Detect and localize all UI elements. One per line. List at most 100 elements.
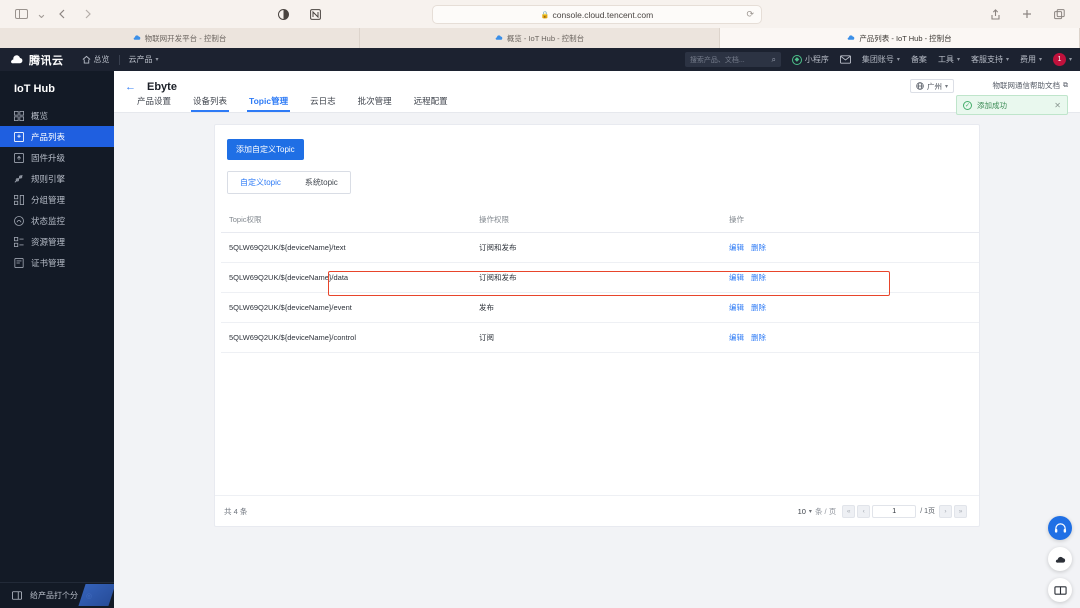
sidebar-item-resource-manage[interactable]: 资源管理 [0, 231, 114, 252]
tab-label: 批次管理 [357, 96, 392, 106]
tab-topic-manage[interactable]: Topic管理 [238, 90, 299, 112]
external-link-icon: ⧉ [1063, 81, 1068, 89]
segment-custom-topic[interactable]: 自定义topic [227, 172, 294, 193]
delete-link[interactable]: 删除 [751, 243, 766, 252]
cell-topic: 5QLW69Q2UK/${deviceName}/data [221, 262, 479, 293]
edit-link[interactable]: 编辑 [729, 303, 744, 312]
browser-tab-title: 物联网开发平台 - 控制台 [144, 33, 227, 43]
chevron-down-icon: ▾ [944, 83, 948, 90]
table-row[interactable]: 5QLW69Q2UK/${deviceName}/control 订阅 编辑 删除 [221, 322, 979, 353]
reload-icon[interactable]: ⟳ [746, 9, 754, 20]
rule-engine-icon [14, 174, 23, 183]
first-page-icon[interactable]: « [842, 504, 856, 518]
sidebar-footer: 给产品打个分 ◎ [0, 582, 116, 608]
edit-link[interactable]: 编辑 [729, 243, 744, 252]
topnav-products[interactable]: 云产品 ▾ [129, 54, 159, 65]
headset-support-icon[interactable] [1048, 516, 1072, 540]
tab-cloud-log[interactable]: 云日志 [299, 90, 347, 112]
page-number-input[interactable]: 1 [872, 504, 917, 518]
last-page-icon[interactable]: » [954, 504, 967, 518]
topnav-item-label: 小程序 [804, 55, 829, 64]
topnav-item-group-account[interactable]: 集团账号 ▾ [862, 54, 900, 65]
tencent-cloud-favicon [133, 35, 140, 40]
browser-tab-title: 产品列表 - IoT Hub - 控制台 [859, 33, 952, 43]
browser-tab-1[interactable]: 概览 - IoT Hub - 控制台 [360, 28, 720, 48]
book-docs-icon[interactable] [1048, 578, 1072, 602]
tab-label: 设备列表 [193, 96, 228, 106]
tab-batch-manage[interactable]: 批次管理 [347, 90, 403, 112]
delete-link[interactable]: 删除 [751, 273, 766, 282]
browser-nav-controls: ⌄ [0, 5, 99, 23]
new-tab-icon[interactable] [1016, 5, 1038, 23]
cell-actions: 编辑 删除 [729, 262, 979, 293]
sidebar-item-rule-engine[interactable]: 规则引擎 [0, 168, 114, 189]
product-list-icon [14, 131, 24, 142]
collapse-icon[interactable] [12, 591, 22, 600]
column-header-topic: Topic权限 [221, 207, 479, 233]
share-icon[interactable] [984, 5, 1006, 23]
search-input[interactable]: 搜索产品、文档... ⌕ [684, 52, 781, 67]
reader-mode-icon[interactable] [272, 5, 294, 23]
topnav-right-group: 搜索产品、文档... ⌕ ◆ 小程序 集团账号 ▾ 备案 工具 ▾ 客服支持 ▾… [684, 52, 1072, 67]
tab-device-list[interactable]: 设备列表 [182, 90, 238, 112]
cloud-icon[interactable] [1048, 547, 1072, 571]
sidebar-toggle-icon[interactable] [10, 5, 32, 23]
edit-link[interactable]: 编辑 [729, 273, 744, 282]
topnav-item-tools[interactable]: 工具 ▾ [938, 54, 960, 65]
sidebar-item-product-list[interactable]: 产品列表 [0, 126, 114, 147]
sidebar-item-certificate-manage[interactable]: 证书管理 [0, 252, 114, 273]
cell-actions: 编辑 删除 [729, 322, 979, 353]
topnav-item-beian[interactable]: 备案 [911, 54, 927, 65]
back-arrow-icon[interactable] [51, 5, 73, 23]
topnav-item-billing[interactable]: 费用 ▾ [1020, 54, 1042, 65]
chevron-down-icon: ▾ [896, 57, 900, 63]
search-icon: ⌕ [771, 54, 776, 64]
cloud-logo-icon [10, 54, 23, 63]
topnav-item-label: 工具 [937, 55, 954, 64]
notion-extension-icon[interactable] [304, 5, 326, 23]
topnav-item-support[interactable]: 客服支持 ▾ [971, 54, 1009, 65]
address-bar[interactable]: 🔒 console.cloud.tencent.com ⟳ [432, 5, 762, 24]
sidebar-item-firmware-upgrade[interactable]: 固件升级 [0, 147, 114, 168]
delete-link[interactable]: 删除 [751, 333, 766, 342]
sidebar-item-overview[interactable]: 概览 [0, 105, 114, 126]
topnav-item-miniprogram[interactable]: ◆ 小程序 [791, 54, 829, 65]
cell-permission: 发布 [479, 292, 729, 323]
prev-page-icon[interactable]: ‹ [857, 504, 871, 518]
page-size-select[interactable]: 10 ▾ 条 / 页 [798, 506, 837, 517]
table-row[interactable]: 5QLW69Q2UK/${deviceName}/data 订阅和发布 编辑 删除 [221, 262, 979, 293]
tab-product-settings[interactable]: 产品设置 [126, 90, 182, 112]
decorative-ribbon [78, 584, 116, 606]
brand-name: 腾讯云 [29, 54, 64, 67]
sidebar-item-label: 状态监控 [31, 215, 66, 226]
sidebar-item-status-monitor[interactable]: 状态监控 [0, 210, 114, 231]
chevron-down-icon: ▾ [1005, 57, 1009, 63]
next-page-icon[interactable]: › [939, 504, 952, 518]
browser-chrome: ⌄ 🔒 console.cloud.tencent.com ⟳ 物联网开发平台 … [0, 0, 1080, 48]
tab-remote-config[interactable]: 远程配置 [403, 90, 459, 112]
chevron-down-icon[interactable]: ⌄ [36, 6, 47, 22]
topnav-item-mail[interactable] [839, 55, 851, 64]
left-sidebar: IoT Hub 概览 产品列表 固件升级 规则引擎 分组管理 状态监控 资源管理… [0, 71, 116, 608]
region-selector[interactable]: 广州 ▾ [909, 79, 954, 93]
edit-link[interactable]: 编辑 [729, 333, 744, 342]
topnav-item-label: 备案 [910, 55, 927, 64]
cell-topic: 5QLW69Q2UK/${deviceName}/event [221, 292, 479, 323]
tencent-cloud-logo[interactable]: 腾讯云 [0, 52, 64, 68]
pagination-bar: 共 4 条 10 ▾ 条 / 页 « ‹ 1 / 1页 › » [215, 495, 979, 526]
close-icon[interactable]: ✕ [1054, 101, 1061, 110]
topnav-home[interactable]: 总览 [82, 54, 110, 65]
browser-tab-2[interactable]: 产品列表 - IoT Hub - 控制台 [720, 28, 1080, 48]
table-row[interactable]: 5QLW69Q2UK/${deviceName}/text 订阅和发布 编辑 删除 [221, 232, 979, 263]
tab-overview-icon[interactable] [1048, 5, 1070, 23]
browser-tab-0[interactable]: 物联网开发平台 - 控制台 [0, 28, 360, 48]
user-account-menu[interactable]: 1 ▾ [1052, 53, 1072, 66]
add-custom-topic-button[interactable]: 添加自定义Topic [227, 139, 304, 160]
rating-label[interactable]: 给产品打个分 [30, 590, 78, 601]
table-row[interactable]: 5QLW69Q2UK/${deviceName}/event 发布 编辑 删除 [221, 292, 979, 323]
help-doc-link[interactable]: 物联网通信帮助文档 ⧉ [993, 80, 1069, 91]
segment-system-topic[interactable]: 系统topic [292, 172, 350, 193]
sidebar-item-group-manage[interactable]: 分组管理 [0, 189, 114, 210]
forward-arrow-icon[interactable] [77, 5, 99, 23]
delete-link[interactable]: 删除 [751, 303, 766, 312]
